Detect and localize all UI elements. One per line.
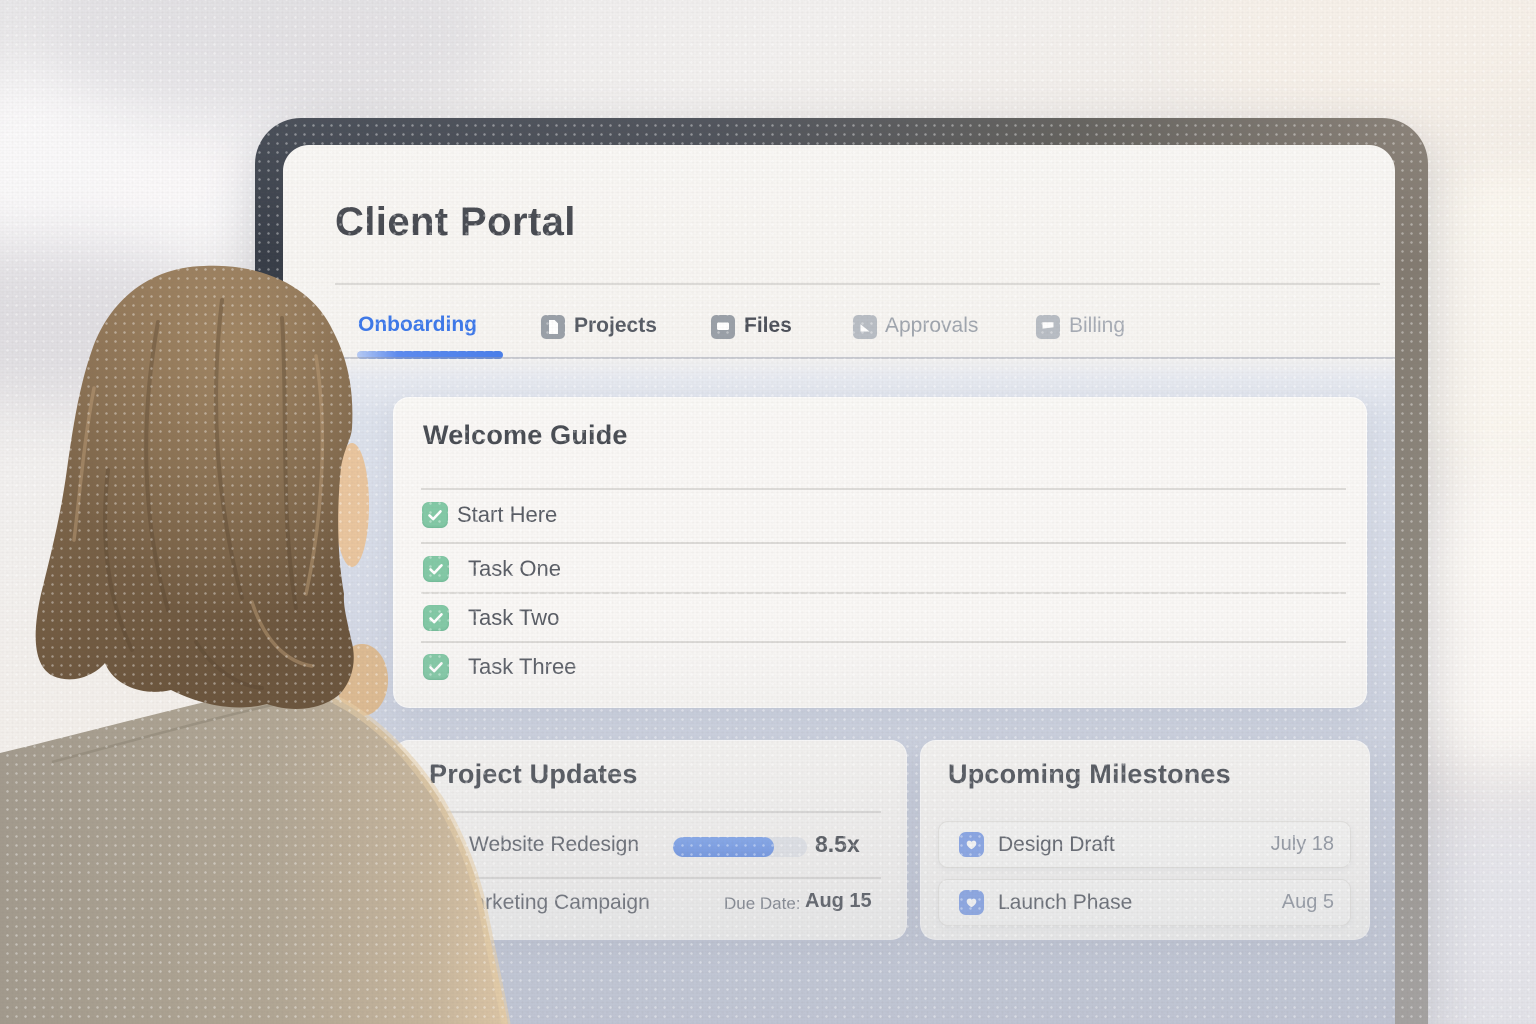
milestone-name: Launch Phase bbox=[998, 891, 1132, 915]
due-date-label: Due Date: bbox=[724, 894, 801, 914]
tab-approvals[interactable]: Approvals bbox=[885, 314, 978, 338]
checklist-item-label: Task Three bbox=[468, 654, 576, 680]
milestone-row[interactable]: Design Draft July 18 bbox=[938, 821, 1351, 868]
card-title: Project Updates bbox=[429, 759, 638, 790]
billing-icon bbox=[1036, 315, 1060, 339]
checkbox-checked[interactable] bbox=[423, 556, 449, 582]
checkbox-checked[interactable] bbox=[423, 654, 449, 680]
progress-metric: 8.5x bbox=[815, 831, 860, 858]
tab-files[interactable]: Files bbox=[744, 314, 792, 338]
project-name: Marketing Campaign bbox=[456, 891, 650, 915]
approval-icon bbox=[853, 315, 877, 339]
progress-bar bbox=[673, 837, 807, 857]
due-date-value: Aug 15 bbox=[805, 890, 872, 913]
file-icon bbox=[711, 315, 735, 339]
divider bbox=[421, 542, 1346, 544]
checkbox-checked[interactable] bbox=[422, 502, 448, 528]
card-title: Upcoming Milestones bbox=[948, 759, 1231, 790]
tabs-divider bbox=[283, 357, 1395, 359]
checklist-item-label: Start Here bbox=[457, 502, 557, 528]
welcome-guide-card: Welcome Guide Start Here Task One bbox=[393, 397, 1367, 708]
card-title: Welcome Guide bbox=[423, 420, 628, 451]
divider bbox=[421, 641, 1346, 643]
tab-billing[interactable]: Billing bbox=[1069, 314, 1125, 338]
milestone-date: Aug 5 bbox=[1282, 891, 1334, 914]
tab-onboarding[interactable]: Onboarding bbox=[358, 313, 477, 337]
page-title: Client Portal bbox=[335, 200, 576, 245]
monitor-frame: Client Portal Onboarding Projects Files … bbox=[255, 118, 1428, 1024]
divider bbox=[421, 811, 881, 813]
milestone-name: Design Draft bbox=[998, 833, 1115, 857]
project-updates-card: Project Updates Website Redesign 8.5x Ma… bbox=[393, 740, 907, 940]
document-icon bbox=[541, 315, 565, 339]
milestones-card: Upcoming Milestones Design Draft July 18… bbox=[920, 740, 1370, 940]
progress-bar-fill bbox=[673, 837, 774, 857]
checklist-item-label: Task Two bbox=[468, 605, 559, 631]
checklist-item-label: Task One bbox=[468, 556, 561, 582]
heart-flag-icon bbox=[959, 832, 984, 857]
divider bbox=[421, 877, 881, 879]
heart-flag-icon bbox=[959, 890, 984, 915]
header-divider bbox=[335, 283, 1380, 285]
milestone-date: July 18 bbox=[1271, 833, 1334, 856]
milestone-row[interactable]: Launch Phase Aug 5 bbox=[938, 879, 1351, 926]
divider bbox=[421, 592, 1346, 594]
tab-projects[interactable]: Projects bbox=[574, 314, 657, 338]
portal-screen: Client Portal Onboarding Projects Files … bbox=[283, 145, 1395, 1024]
checkbox-checked[interactable] bbox=[423, 605, 449, 631]
project-name: Website Redesign bbox=[469, 833, 639, 857]
illustrated-screenshot: Client Portal Onboarding Projects Files … bbox=[0, 0, 1536, 1024]
divider bbox=[421, 488, 1346, 490]
